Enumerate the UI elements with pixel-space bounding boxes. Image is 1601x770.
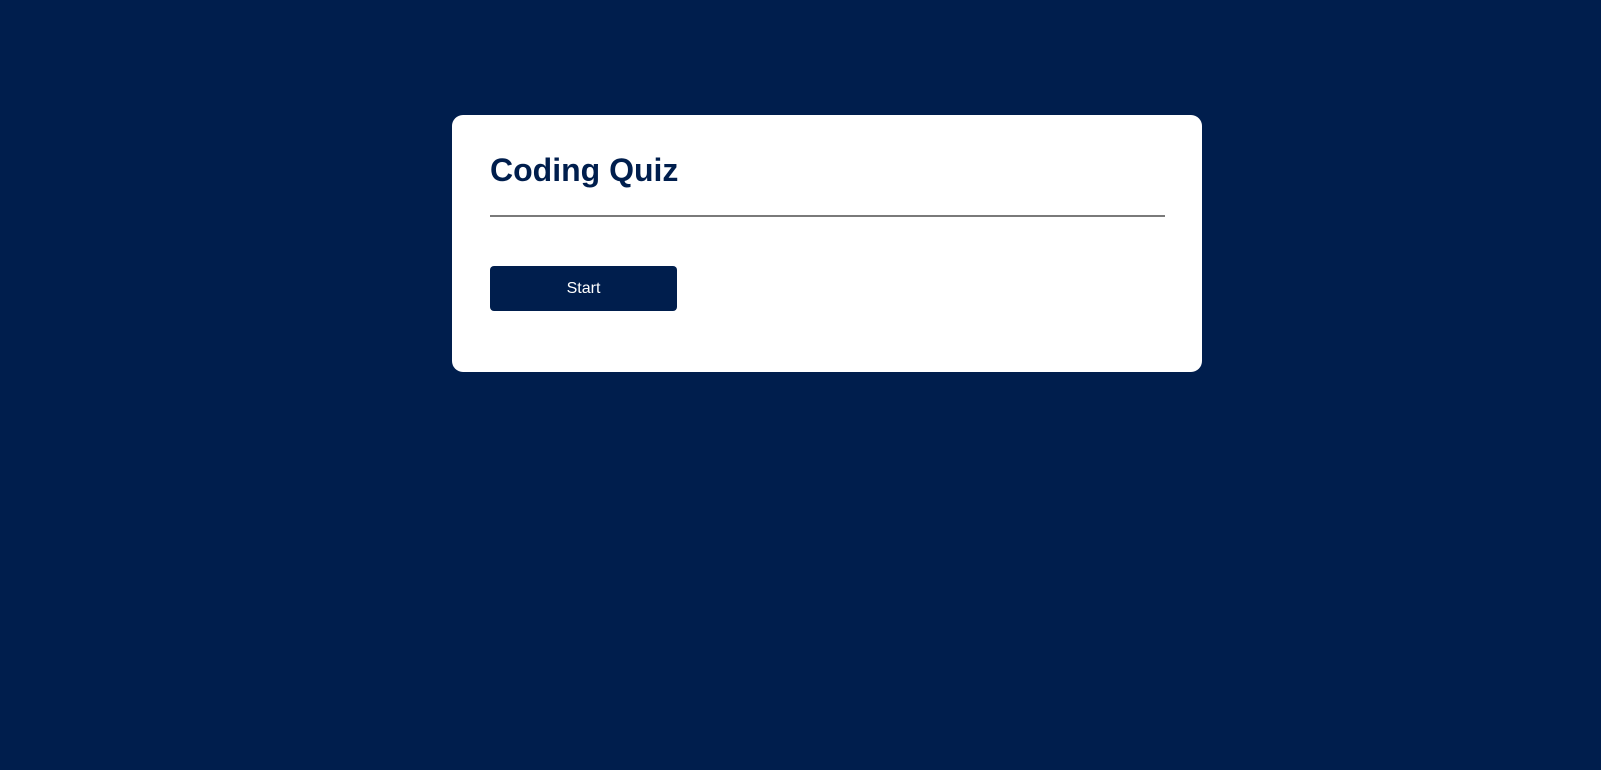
title-divider [490, 215, 1165, 217]
start-button[interactable]: Start [490, 266, 677, 311]
quiz-title: Coding Quiz [490, 152, 679, 188]
quiz-card: Coding Quiz Start [452, 115, 1202, 372]
app-background: Coding Quiz Start [0, 0, 1601, 770]
